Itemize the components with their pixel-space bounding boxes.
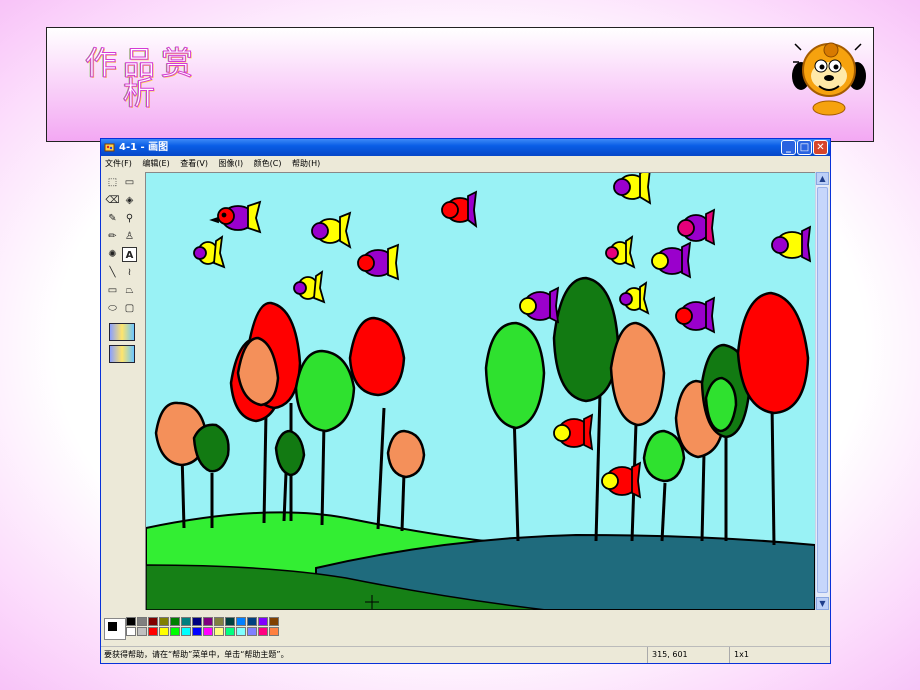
statusbar: 要获得帮助，请在“帮助”菜单中，单击“帮助主题”。 315, 601 1x1 (101, 646, 830, 663)
palette-swatch[interactable] (247, 617, 257, 626)
palette-swatch[interactable] (170, 617, 180, 626)
rect-select-icon[interactable]: ▭ (122, 175, 137, 190)
status-coordinates: 315, 601 (647, 647, 732, 663)
rectangle-icon[interactable]: ▭ (105, 283, 120, 298)
titlebar[interactable]: 4-1 - 画图 _ □ ✕ (101, 139, 830, 156)
fill-bucket-icon[interactable]: ◈ (122, 193, 137, 208)
free-select-icon[interactable]: ⬚ (105, 175, 120, 190)
paint-window: 4-1 - 画图 _ □ ✕ 文件(F) 编辑(E) 查看(V) 图像(I) 颜… (100, 138, 831, 664)
palette-swatch[interactable] (269, 617, 279, 626)
polygon-icon[interactable]: ⏢ (122, 283, 137, 298)
palette-swatch[interactable] (148, 627, 158, 636)
slide-title: 作品赏 析 (84, 44, 199, 112)
status-size: 1x1 (729, 647, 814, 663)
scroll-thumb[interactable] (817, 187, 828, 593)
palette-swatch[interactable] (258, 617, 268, 626)
window-title: 4-1 - 画图 (119, 142, 169, 153)
palette-swatch[interactable] (203, 627, 213, 636)
close-button[interactable]: ✕ (813, 140, 828, 155)
color-picker-icon[interactable]: ✎ (105, 211, 120, 226)
status-help-text: 要获得帮助，请在“帮助”菜单中，单击“帮助主题”。 (104, 650, 289, 659)
palette-swatch[interactable] (258, 627, 268, 636)
palette-swatch[interactable] (126, 617, 136, 626)
palette-swatch[interactable] (148, 617, 158, 626)
palette-swatch[interactable] (269, 627, 279, 636)
pencil-icon[interactable]: ✏ (105, 229, 120, 244)
menu-view[interactable]: 查看(V) (180, 159, 208, 168)
curve-icon[interactable]: ≀ (122, 265, 137, 280)
palette-swatch[interactable] (247, 627, 257, 636)
tool-option-transparent[interactable] (109, 345, 135, 363)
palette-swatch[interactable] (137, 627, 147, 636)
airbrush-icon[interactable]: ✺ (105, 247, 120, 262)
painting-canvas[interactable] (146, 173, 815, 610)
menubar: 文件(F) 编辑(E) 查看(V) 图像(I) 颜色(C) 帮助(H) (101, 156, 830, 171)
palette-swatch[interactable] (192, 627, 202, 636)
brush-icon[interactable]: ♙ (122, 229, 137, 244)
current-colors[interactable] (104, 618, 126, 640)
palette-swatch[interactable] (225, 617, 235, 626)
ellipse-icon[interactable]: ⬭ (105, 301, 120, 316)
text-tool-icon[interactable]: A (122, 247, 137, 262)
menu-help[interactable]: 帮助(H) (292, 159, 320, 168)
palette-swatch[interactable] (214, 627, 224, 636)
palette-swatch[interactable] (236, 627, 246, 636)
tool-option-opaque[interactable] (109, 323, 135, 341)
minimize-button[interactable]: _ (781, 140, 796, 155)
foreground-color[interactable] (107, 621, 118, 632)
palette-swatch[interactable] (225, 627, 235, 636)
palette-swatch[interactable] (203, 617, 213, 626)
eraser-icon[interactable]: ⌫ (105, 193, 120, 208)
color-palette (101, 613, 830, 647)
magnifier-icon[interactable]: ⚲ (122, 211, 137, 226)
scroll-down-icon[interactable]: ▼ (816, 597, 829, 610)
line-icon[interactable]: ╲ (105, 265, 120, 280)
scroll-up-icon[interactable]: ▲ (816, 172, 829, 185)
rounded-rect-icon[interactable]: ▢ (122, 301, 137, 316)
palette-swatch[interactable] (159, 617, 169, 626)
palette-swatch[interactable] (170, 627, 180, 636)
palette-swatch[interactable] (181, 627, 191, 636)
toolbox: ⬚ ▭ ⌫ ◈ ✎ ⚲ ✏ ♙ ✺ A ╲ ≀ ▭ ⏢ ⬭ ▢ (105, 175, 139, 375)
menu-colors[interactable]: 颜色(C) (254, 159, 282, 168)
vertical-scrollbar[interactable]: ▲ ▼ (815, 172, 829, 610)
palette-swatch[interactable] (126, 627, 136, 636)
palette-swatch[interactable] (159, 627, 169, 636)
menu-image[interactable]: 图像(I) (219, 159, 244, 168)
palette-swatch[interactable] (214, 617, 224, 626)
cartoon-dog-mascot-icon (792, 42, 866, 116)
slide-header: 作品赏 析 (46, 27, 874, 142)
paint-app-icon (104, 143, 115, 152)
canvas-frame (145, 172, 815, 610)
palette-swatch[interactable] (181, 617, 191, 626)
palette-swatch[interactable] (192, 617, 202, 626)
palette-swatch[interactable] (137, 617, 147, 626)
palette-swatch[interactable] (236, 617, 246, 626)
maximize-button[interactable]: □ (797, 140, 812, 155)
menu-edit[interactable]: 编辑(E) (142, 159, 169, 168)
menu-file[interactable]: 文件(F) (105, 159, 132, 168)
